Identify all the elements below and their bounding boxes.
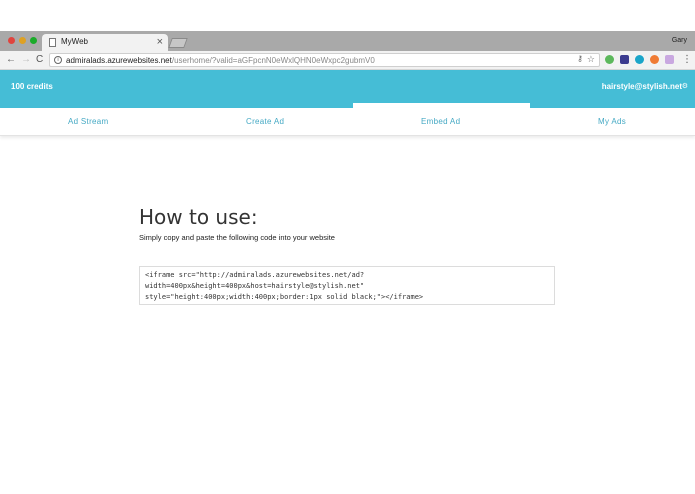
extension-icon[interactable] [620, 55, 629, 64]
address-bar[interactable]: i admiralads.azurewebsites.net/userhome/… [49, 53, 600, 67]
tab-embed-ad[interactable]: Embed Ad [421, 117, 460, 126]
close-window-button[interactable] [8, 37, 15, 44]
instructions-text: Simply copy and paste the following code… [139, 233, 335, 242]
top-margin [0, 0, 695, 31]
document-icon [49, 38, 56, 47]
info-icon[interactable]: i [54, 56, 62, 64]
minimize-window-button[interactable] [19, 37, 26, 44]
extension-icon[interactable] [650, 55, 659, 64]
account-email[interactable]: hairstyle@stylish.net [602, 82, 682, 91]
extension-icon[interactable] [665, 55, 674, 64]
back-arrow-icon[interactable]: ← [6, 53, 16, 67]
tab-my-ads[interactable]: My Ads [598, 117, 626, 126]
credits-label: 100 credits [11, 82, 53, 91]
url-path: /userhome/?valid=aGFpcnN0eWxlQHN0eWxpc2g… [171, 56, 375, 65]
extension-icon[interactable] [635, 55, 644, 64]
url-text: admiralads.azurewebsites.net/userhome/?v… [66, 55, 375, 66]
app-header [0, 70, 695, 108]
reload-icon[interactable]: C [36, 53, 43, 67]
profile-name[interactable]: Gary [672, 37, 687, 44]
embed-code[interactable]: <iframe src="http://admiralads.azurewebs… [145, 270, 423, 303]
page-title: How to use: [139, 205, 258, 229]
gear-icon[interactable]: ⚙ [682, 82, 688, 90]
bookmark-star-icon[interactable]: ☆ [587, 54, 595, 65]
browser-tab[interactable]: MyWeb × [42, 34, 168, 51]
forward-arrow-icon[interactable]: → [21, 53, 31, 67]
tab-title: MyWeb [61, 37, 88, 46]
tab-close-icon[interactable]: × [157, 35, 163, 49]
tab-create-ad[interactable]: Create Ad [246, 117, 284, 126]
maximize-window-button[interactable] [30, 37, 37, 44]
extension-icon[interactable] [605, 55, 614, 64]
browser-menu-icon[interactable]: ⋮ [682, 53, 692, 67]
embed-code-box[interactable]: <iframe src="http://admiralads.azurewebs… [139, 266, 555, 305]
key-icon[interactable]: ⚷ [577, 54, 583, 63]
tab-ad-stream[interactable]: Ad Stream [68, 117, 109, 126]
url-host: admiralads.azurewebsites.net [66, 56, 172, 65]
